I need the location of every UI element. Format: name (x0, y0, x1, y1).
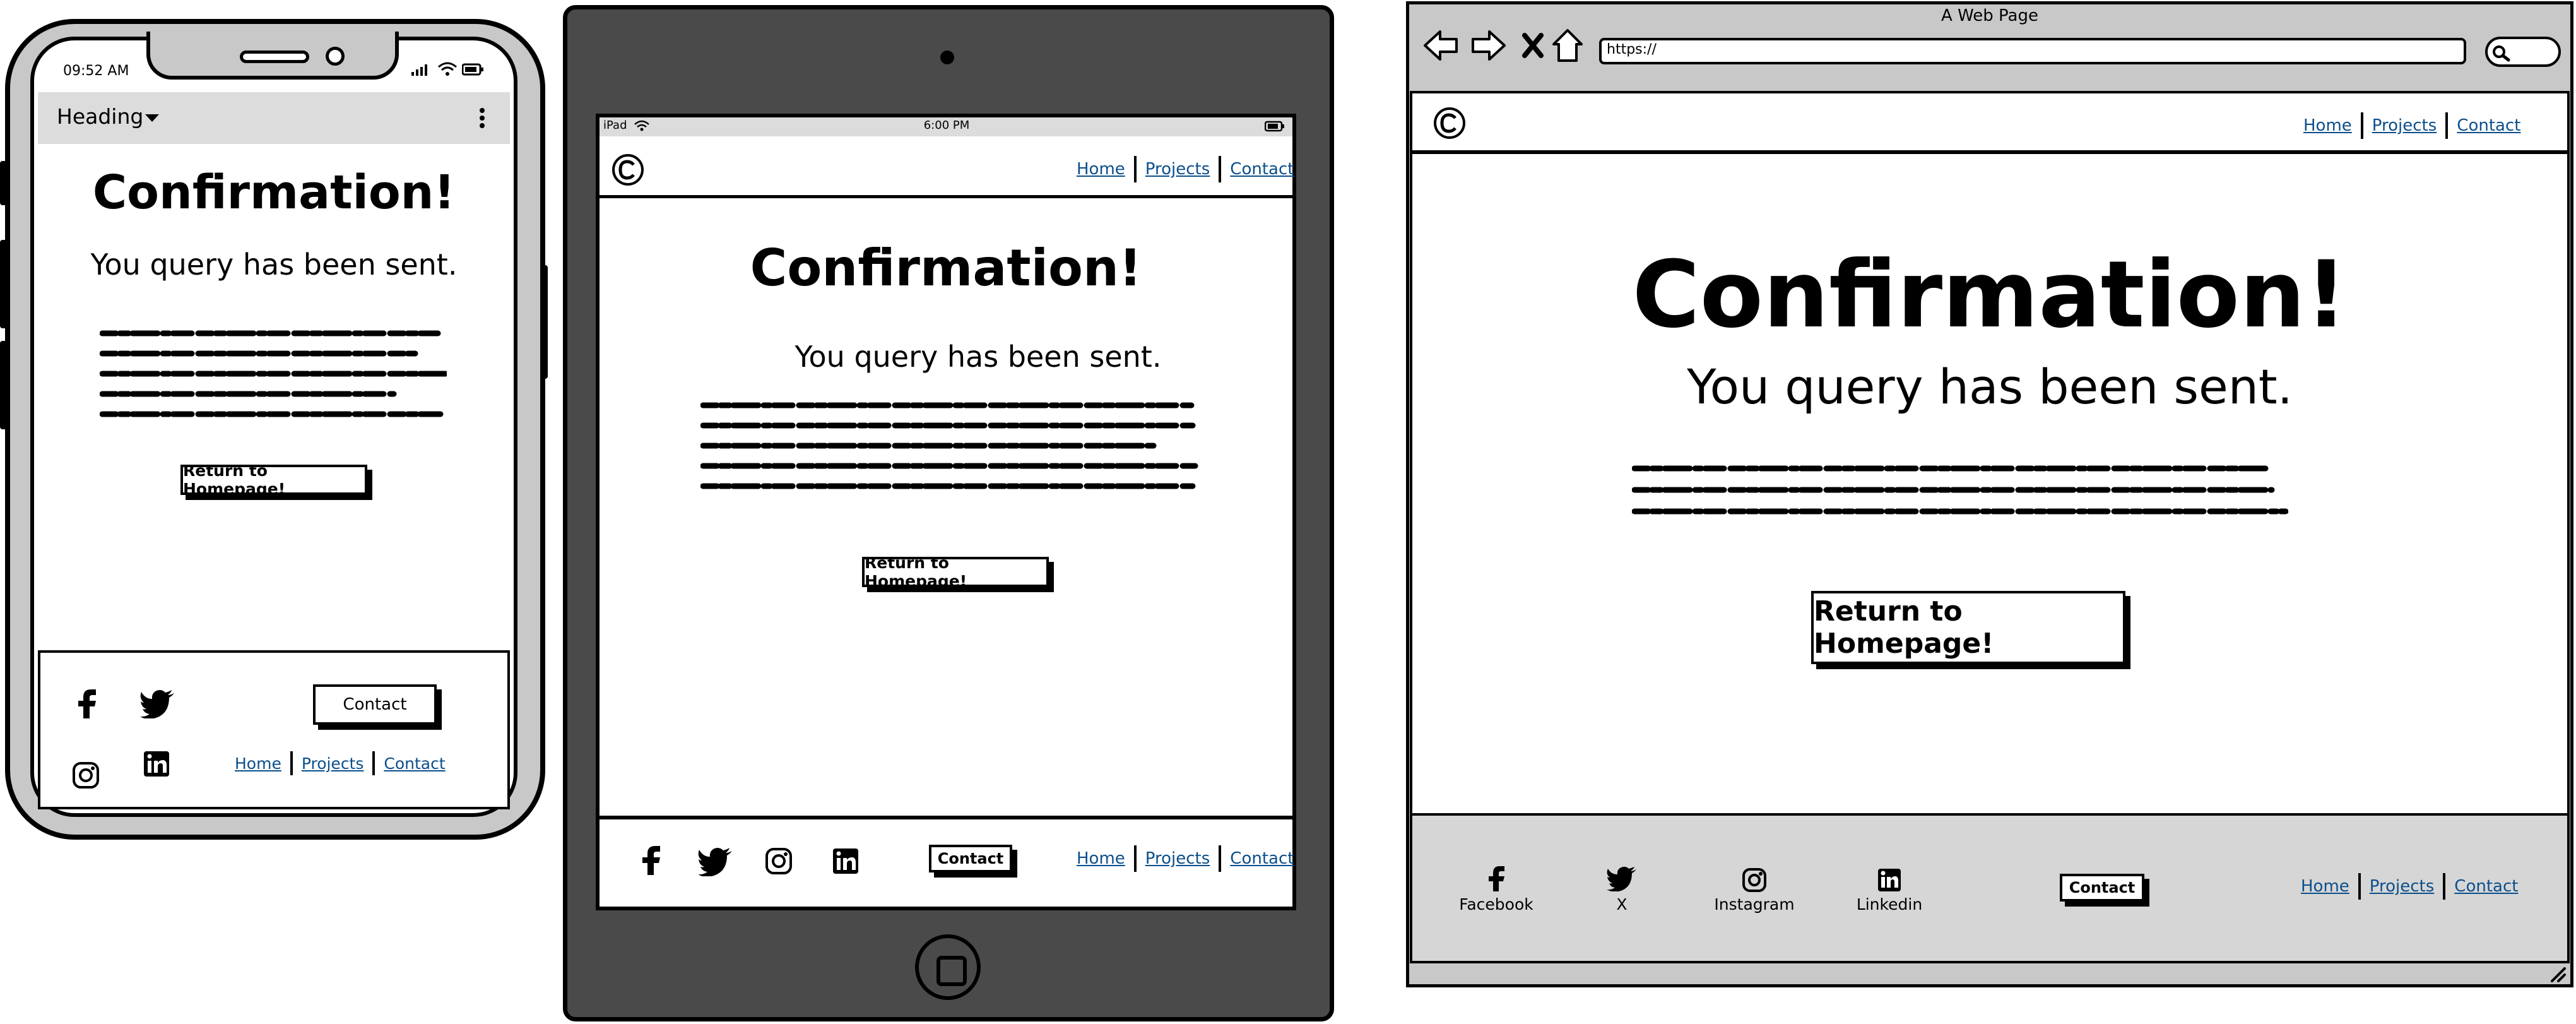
app-bar-heading[interactable]: Heading (57, 104, 143, 129)
browser-placeholder-text (1631, 462, 2289, 524)
return-homepage-button[interactable]: Return to Homepage! (862, 554, 1049, 590)
browser-page-subtitle: You query has been sent. (1687, 359, 2293, 415)
twitter-icon[interactable] (140, 689, 175, 718)
browser-page-title: Confirmation! (1632, 241, 2348, 348)
battery-icon (461, 63, 485, 78)
nav-divider (2443, 873, 2446, 900)
instagram-icon[interactable] (1742, 867, 1767, 893)
copyright-logo-icon[interactable] (1433, 106, 1467, 143)
facebook-icon[interactable] (1486, 865, 1507, 893)
facebook-icon[interactable] (639, 845, 664, 876)
footer-contact-button[interactable]: Contact (929, 845, 1012, 872)
nav-home-link[interactable]: Home (2303, 116, 2352, 135)
phone-speaker (240, 51, 309, 63)
tablet-camera (940, 51, 954, 64)
home-icon[interactable] (1551, 28, 1584, 63)
tablet-status-time: 6:00 PM (923, 119, 970, 132)
url-bar[interactable] (1599, 38, 2466, 64)
nav-divider (2358, 873, 2361, 900)
tablet-header-nav: Home Projects Contact (1077, 156, 1294, 182)
chevron-down-icon (144, 112, 160, 126)
return-homepage-button[interactable]: Return to Homepage! (180, 461, 367, 498)
phone-page-title: Confirmation! (92, 165, 456, 220)
back-arrow-icon[interactable] (1422, 29, 1459, 62)
nav-projects-link[interactable]: Projects (1145, 849, 1210, 868)
social-label: Instagram (1714, 895, 1795, 914)
nav-divider (1133, 845, 1137, 872)
url-text: https:// (1607, 42, 1657, 57)
phone-status-time: 09:52 AM (63, 63, 129, 79)
linkedin-icon[interactable] (832, 847, 860, 875)
instagram-icon[interactable] (72, 761, 100, 789)
nav-contact-link[interactable]: Contact (1230, 849, 1294, 868)
nav-home-link[interactable]: Home (1077, 849, 1125, 868)
nav-projects-link[interactable]: Projects (2370, 877, 2435, 896)
phone-page-subtitle: You query has been sent. (90, 247, 458, 282)
social-label: Linkedin (1856, 895, 1923, 914)
tablet-placeholder-text (700, 399, 1199, 496)
nav-projects-link[interactable]: Projects (302, 754, 364, 773)
more-menu-icon[interactable] (478, 107, 486, 131)
tablet-screen (596, 114, 1296, 910)
twitter-icon[interactable] (1607, 866, 1637, 891)
phone-footer (38, 650, 510, 809)
phone-camera (326, 47, 345, 66)
facebook-icon[interactable] (74, 688, 100, 720)
nav-home-link[interactable]: Home (235, 754, 281, 773)
search-button[interactable] (2485, 37, 2561, 67)
nav-home-link[interactable]: Home (2301, 877, 2349, 896)
resize-grip-icon[interactable] (2548, 965, 2567, 984)
footer-contact-button[interactable]: Contact (2060, 874, 2144, 902)
home-button-square (936, 956, 967, 986)
twitter-icon[interactable] (698, 847, 733, 876)
linkedin-icon[interactable] (143, 750, 170, 778)
battery-icon (1264, 121, 1285, 134)
nav-divider (2445, 112, 2449, 139)
wifi-icon (634, 119, 650, 134)
signal-icon (410, 62, 433, 80)
social-label: Facebook (1459, 895, 1533, 914)
phone-side-button (0, 240, 8, 328)
nav-divider (2360, 112, 2363, 139)
nav-home-link[interactable]: Home (1077, 160, 1125, 179)
nav-projects-link[interactable]: Projects (1145, 160, 1210, 179)
phone-side-button (0, 161, 8, 205)
nav-divider (1219, 845, 1222, 872)
tablet-page-title: Confirmation! (750, 239, 1142, 297)
phone-side-button (0, 341, 8, 429)
tablet-footer-nav: Home Projects Contact (1077, 845, 1294, 872)
nav-contact-link[interactable]: Contact (2457, 116, 2520, 135)
nav-divider (1133, 156, 1137, 182)
nav-divider (290, 751, 293, 775)
nav-contact-link[interactable]: Contact (1230, 160, 1294, 179)
phone-footer-nav: Home Projects Contact (235, 751, 446, 775)
footer-contact-button[interactable]: Contact (313, 684, 437, 725)
return-homepage-button[interactable]: Return to Homepage! (1811, 591, 2125, 664)
phone-placeholder-text (99, 326, 449, 429)
instagram-icon[interactable] (765, 847, 793, 875)
tablet-status-left: iPad (603, 119, 627, 132)
search-icon (2491, 44, 2510, 62)
social-label: X (1616, 895, 1628, 914)
nav-divider (1219, 156, 1222, 182)
nav-contact-link[interactable]: Contact (384, 754, 445, 773)
browser-footer-nav: Home Projects Contact (2301, 873, 2518, 900)
nav-divider (372, 751, 375, 775)
forward-arrow-icon[interactable] (1470, 29, 1507, 62)
nav-projects-link[interactable]: Projects (2372, 116, 2437, 135)
wifi-icon (437, 61, 458, 80)
window-title: A Web Page (1941, 6, 2038, 25)
nav-contact-link[interactable]: Contact (2454, 877, 2518, 896)
tablet-home-button[interactable] (915, 934, 981, 1000)
browser-header-nav: Home Projects Contact (2303, 112, 2520, 139)
copyright-logo-icon[interactable] (611, 153, 645, 189)
linkedin-icon[interactable] (1877, 867, 1902, 893)
tablet-page-subtitle: You query has been sent. (795, 340, 1162, 374)
close-icon[interactable] (1522, 33, 1544, 58)
phone-side-button (540, 265, 548, 379)
